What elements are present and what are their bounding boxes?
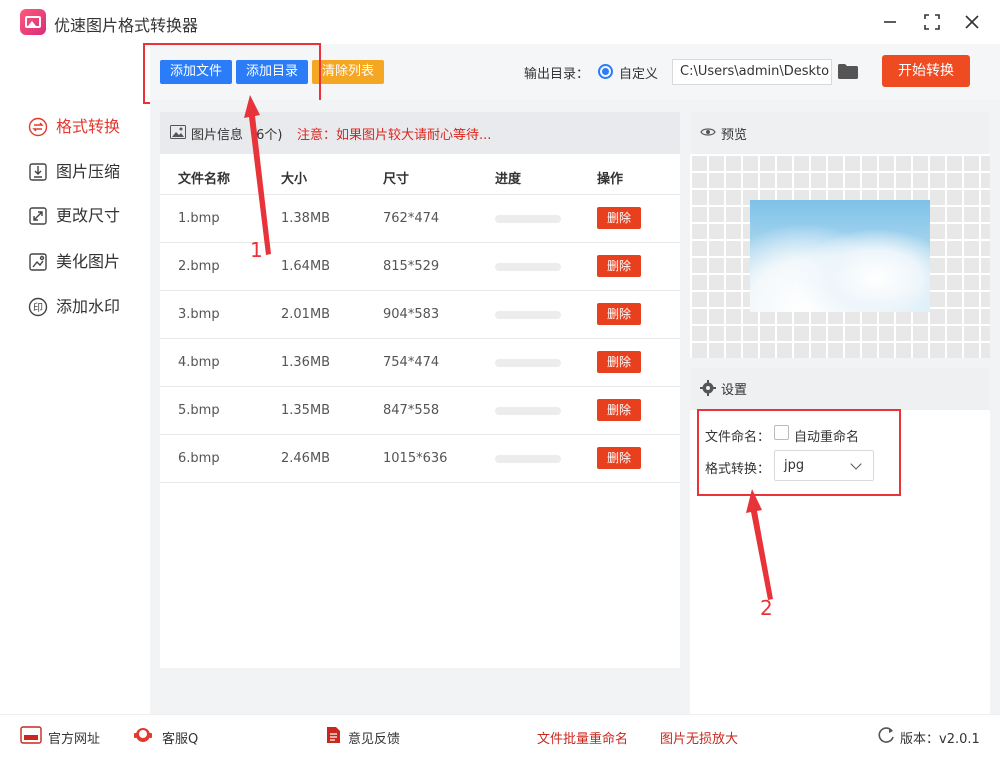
enlarge-link[interactable]: 图片无损放大	[660, 728, 738, 747]
preview-image	[750, 200, 930, 312]
delete-button[interactable]: 删除	[597, 447, 641, 469]
feedback-link[interactable]: 意见反馈	[348, 728, 400, 747]
clear-list-button[interactable]: 清除列表	[312, 60, 384, 84]
file-name: 1.bmp	[178, 211, 220, 226]
table-row: 5.bmp 1.35MB 847*558 删除	[160, 386, 680, 434]
svg-text:印: 印	[33, 302, 43, 314]
nav-label: 美化图片	[56, 252, 121, 271]
refresh-icon	[878, 727, 894, 743]
file-name: 5.bmp	[178, 403, 220, 418]
col-header-progress: 进度	[495, 172, 522, 187]
file-dimensions: 815*529	[383, 259, 440, 274]
delete-button[interactable]: 删除	[597, 255, 641, 277]
compress-icon	[29, 163, 47, 181]
resize-icon	[29, 207, 47, 225]
progress-bar	[495, 359, 561, 367]
table-row: 4.bmp 1.36MB 754*474 删除	[160, 338, 680, 386]
start-convert-button[interactable]: 开始转换	[882, 55, 970, 87]
gear-icon	[700, 380, 716, 396]
output-dir-label: 输出目录：	[524, 67, 590, 82]
file-name: 4.bmp	[178, 355, 220, 370]
nav-label: 图片压缩	[56, 162, 121, 181]
table-row: 6.bmp 2.46MB 1015*636 删除	[160, 434, 680, 482]
beautify-icon	[29, 253, 47, 271]
service-link[interactable]: 客服Q	[162, 728, 198, 747]
progress-bar	[495, 455, 561, 463]
file-size: 2.46MB	[281, 451, 331, 466]
delete-button[interactable]: 删除	[597, 207, 641, 229]
file-dimensions: 762*474	[383, 211, 440, 226]
file-size: 1.36MB	[281, 355, 331, 370]
settings-title: 设置	[721, 383, 748, 398]
app-title: 优速图片格式转换器	[54, 16, 199, 35]
close-icon[interactable]	[960, 10, 984, 34]
feedback-icon	[327, 727, 340, 743]
progress-bar	[495, 215, 561, 223]
file-size: 1.64MB	[281, 259, 331, 274]
file-size: 1.35MB	[281, 403, 331, 418]
eye-icon	[700, 128, 716, 136]
file-dimensions: 1015*636	[383, 451, 448, 466]
col-header-name: 文件名称	[178, 172, 231, 187]
website-icon	[20, 726, 42, 744]
nav-label: 添加水印	[56, 297, 121, 316]
file-name: 2.bmp	[178, 259, 220, 274]
minimize-icon[interactable]	[878, 10, 902, 34]
convert-icon	[28, 117, 48, 137]
batch-rename-link[interactable]: 文件批量重命名	[537, 728, 628, 747]
preview-title: 预览	[721, 128, 748, 143]
annotation-box-2	[697, 409, 901, 496]
nav-label: 格式转换	[56, 117, 121, 136]
output-path-input[interactable]: C:\Users\admin\Deskto	[672, 59, 832, 85]
custom-radio-label[interactable]: 自定义	[619, 63, 658, 82]
file-dimensions: 904*583	[383, 307, 440, 322]
delete-button[interactable]: 删除	[597, 399, 641, 421]
image-icon	[170, 125, 186, 139]
nav-label: 更改尺寸	[56, 206, 121, 225]
watermark-icon: 印	[28, 297, 48, 317]
table-bottom-divider	[160, 482, 680, 483]
app-logo-icon	[20, 9, 46, 35]
delete-button[interactable]: 删除	[597, 303, 641, 325]
list-note: 注意：如果图片较大请耐心等待...	[297, 128, 492, 143]
col-header-dim: 尺寸	[383, 172, 410, 187]
table-row: 3.bmp 2.01MB 904*583 删除	[160, 290, 680, 338]
service-icon	[134, 728, 152, 742]
maximize-icon[interactable]	[920, 10, 944, 34]
file-dimensions: 847*558	[383, 403, 440, 418]
annotation-arrow-1	[244, 95, 271, 255]
annotation-arrow-2	[746, 489, 773, 600]
annotation-number-2: 2	[760, 596, 773, 620]
col-header-action: 操作	[597, 172, 624, 187]
progress-bar	[495, 263, 561, 271]
file-dimensions: 754*474	[383, 355, 440, 370]
annotation-number-1: 1	[250, 238, 263, 262]
file-name: 6.bmp	[178, 451, 220, 466]
file-name: 3.bmp	[178, 307, 220, 322]
progress-bar	[495, 311, 561, 319]
file-size: 2.01MB	[281, 307, 331, 322]
website-link[interactable]: 官方网址	[48, 728, 100, 747]
delete-button[interactable]: 删除	[597, 351, 641, 373]
folder-icon[interactable]	[838, 64, 858, 79]
custom-radio[interactable]	[598, 64, 613, 79]
version-text: 版本：v2.0.1	[900, 732, 980, 747]
progress-bar	[495, 407, 561, 415]
left-nav	[0, 44, 150, 714]
